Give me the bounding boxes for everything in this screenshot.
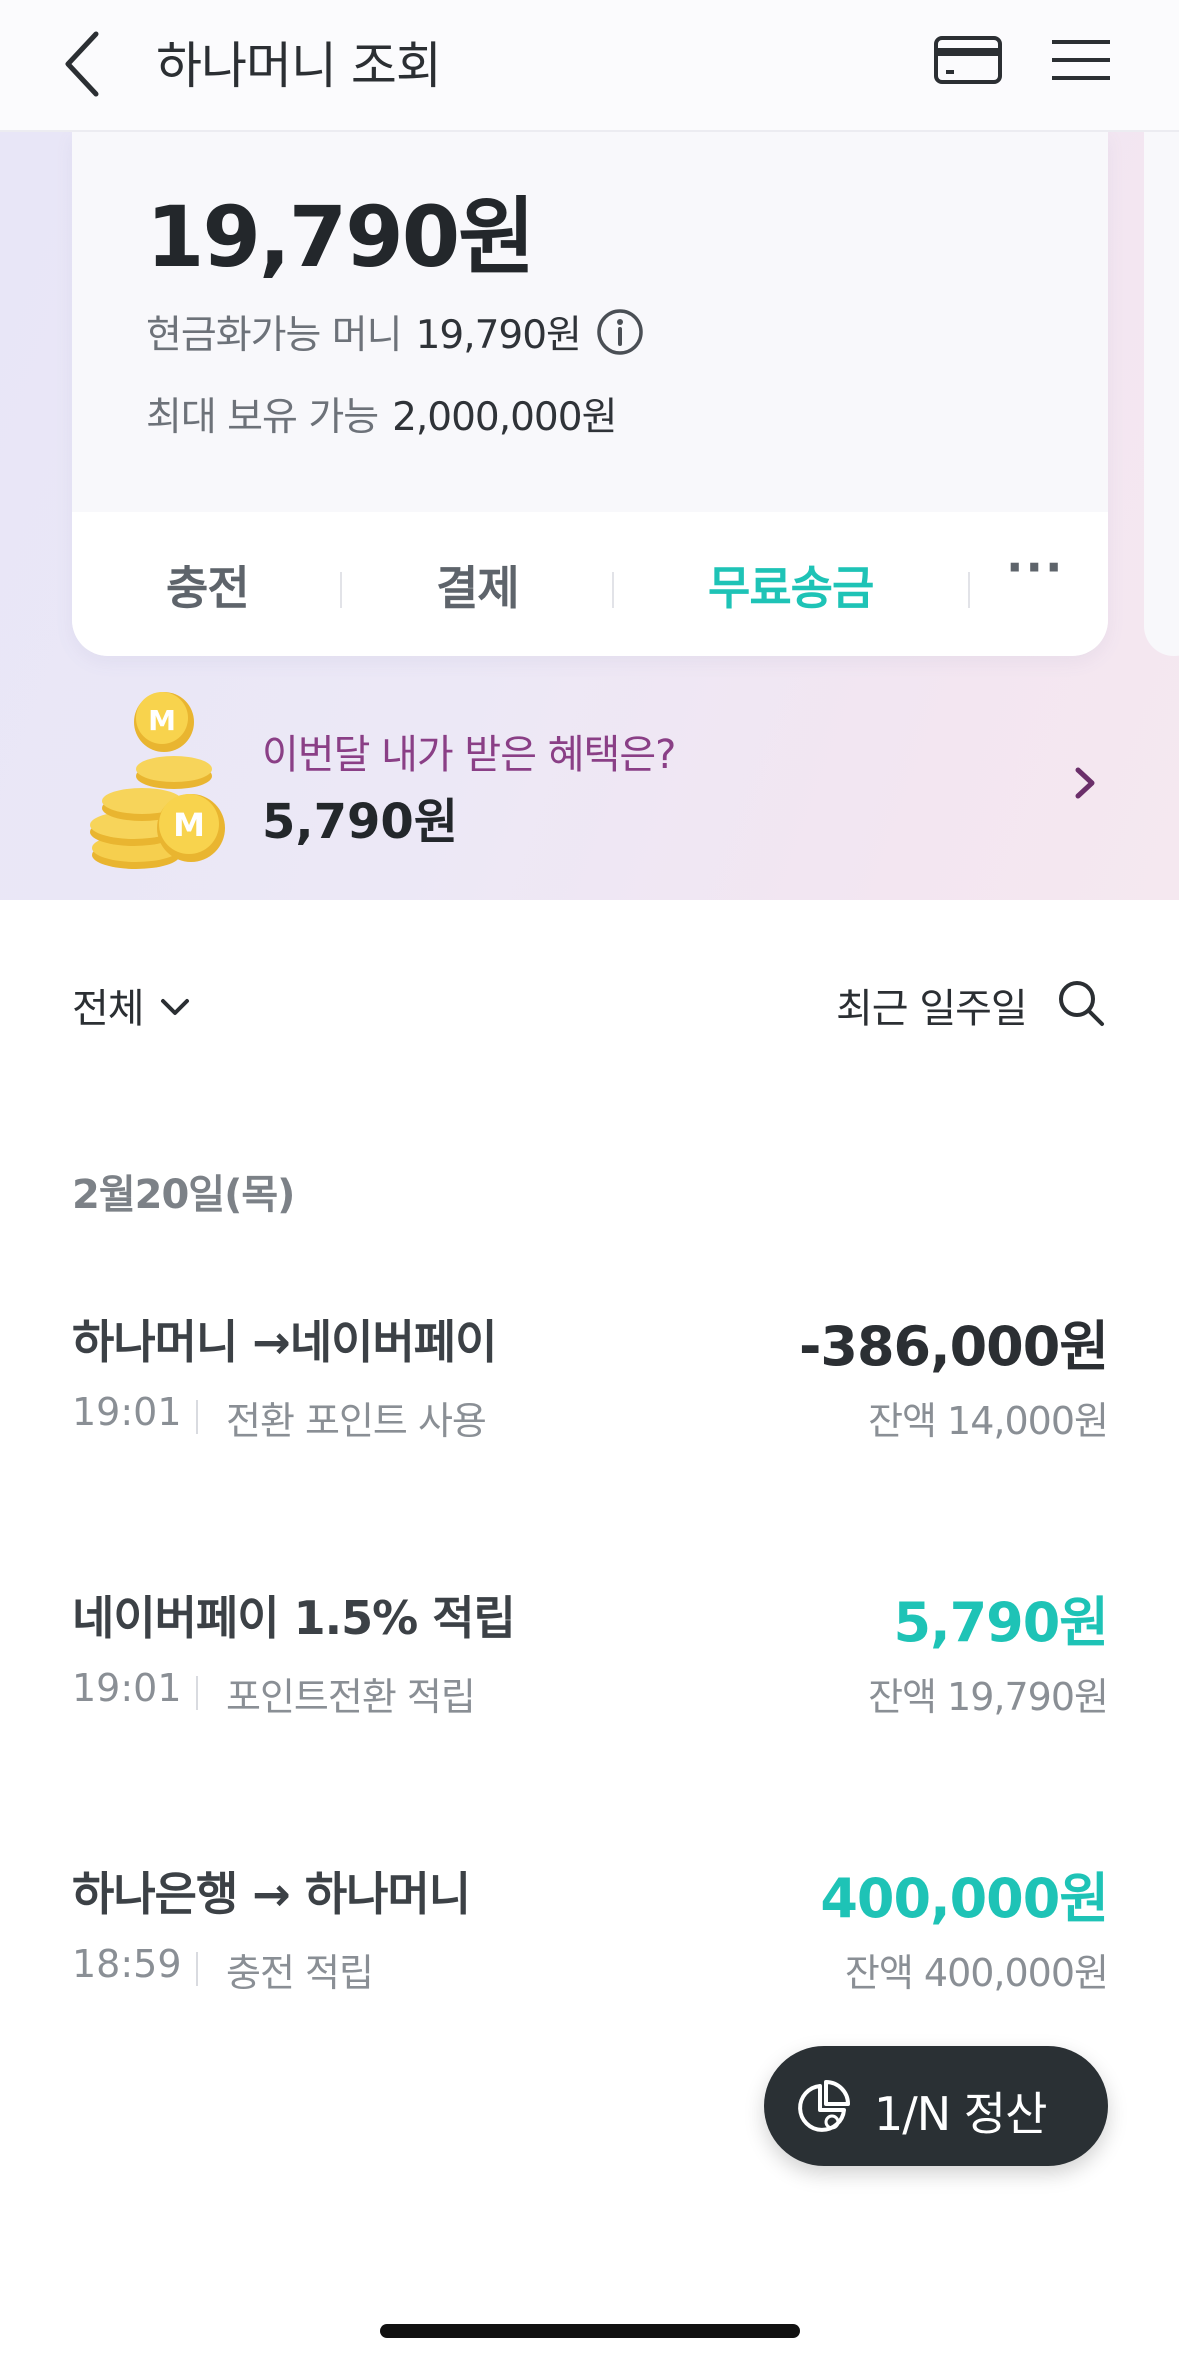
transaction-description: 포인트전환 적립	[226, 1675, 476, 1719]
chevron-left-icon[interactable]	[56, 24, 116, 104]
transaction-time: 18:59	[72, 1942, 182, 1986]
transaction-title: 하나은행 → 하나머니	[72, 1867, 471, 1921]
max-hold-value: 2,000,000원	[392, 395, 617, 440]
search-icon[interactable]	[1056, 978, 1106, 1028]
max-hold-row: 최대 보유 가능 2,000,000원	[146, 386, 617, 442]
card-icon[interactable]	[932, 30, 1004, 90]
next-card-peek[interactable]	[1144, 132, 1179, 656]
transaction-title: 하나머니 →네이버페이	[72, 1315, 497, 1369]
transaction-separator	[196, 1676, 198, 1710]
split-pie-icon	[798, 2080, 850, 2132]
action-divider	[340, 572, 342, 608]
transaction-amount: -386,000원	[798, 1315, 1109, 1378]
transaction-balance: 잔액 400,000원	[844, 1951, 1109, 1995]
hamburger-menu-icon[interactable]	[1048, 30, 1114, 90]
split-bill-button[interactable]: 1/N 정산	[764, 2046, 1108, 2166]
benefit-amount: 5,790원	[262, 794, 458, 850]
transaction-row[interactable]: 하나머니 →네이버페이 19:01 전환 포인트 사용 -386,000원 잔액…	[72, 1306, 1109, 1456]
chevron-down-icon	[160, 999, 189, 1015]
info-icon[interactable]	[595, 307, 645, 357]
transaction-balance: 잔액 14,000원	[868, 1399, 1109, 1443]
transaction-row[interactable]: 하나은행 → 하나머니 18:59 충전 적립 400,000원 잔액 400,…	[72, 1858, 1109, 2008]
date-group-label: 2월20일(목)	[72, 1172, 295, 1218]
svg-text:M: M	[148, 704, 176, 737]
action-divider	[612, 572, 614, 608]
transaction-balance: 잔액 19,790원	[868, 1675, 1109, 1719]
chevron-right-icon[interactable]	[1070, 760, 1100, 806]
pay-button[interactable]: 결제	[436, 552, 520, 618]
transaction-separator	[196, 1952, 198, 1986]
split-bill-label: 1/N 정산	[874, 2087, 1047, 2141]
transaction-description: 충전 적립	[226, 1951, 374, 1995]
cashable-value: 19,790원	[415, 313, 582, 358]
coins-icon: M M	[90, 692, 225, 869]
benefit-title[interactable]: 이번달 내가 받은 혜택은?	[262, 722, 676, 780]
action-divider	[968, 572, 970, 608]
home-indicator[interactable]	[380, 2324, 800, 2338]
top-app-bar: 하나머니 조회	[0, 0, 1179, 132]
transaction-separator	[196, 1400, 198, 1434]
svg-text:M: M	[173, 806, 205, 844]
transaction-amount: 5,790원	[893, 1591, 1109, 1654]
category-filter[interactable]: 전체	[72, 976, 192, 1034]
transaction-time: 19:01	[72, 1666, 182, 1710]
more-button[interactable]: ···	[1006, 540, 1064, 594]
free-transfer-button[interactable]: 무료송금	[708, 552, 874, 618]
action-bar: 충전 결제 무료송금 ···	[72, 512, 1108, 656]
balance-card: 19,790원 현금화가능 머니 19,790원 최대 보유 가능 2,000,…	[72, 132, 1108, 656]
max-hold-label: 최대 보유 가능	[146, 395, 379, 440]
cashable-label: 현금화가능 머니	[146, 313, 403, 358]
cashable-row: 현금화가능 머니 19,790원	[146, 304, 645, 360]
transaction-amount: 400,000원	[820, 1867, 1109, 1930]
transaction-description: 전환 포인트 사용	[226, 1399, 487, 1443]
charge-button[interactable]: 충전	[166, 552, 250, 618]
page-title: 하나머니 조회	[156, 37, 442, 95]
transaction-row[interactable]: 네이버페이 1.5% 적립 19:01 포인트전환 적립 5,790원 잔액 1…	[72, 1582, 1109, 1732]
transaction-time: 19:01	[72, 1390, 182, 1434]
period-filter[interactable]: 최근 일주일	[836, 976, 1028, 1034]
category-filter-label: 전체	[72, 986, 145, 1032]
transaction-title: 네이버페이 1.5% 적립	[72, 1591, 516, 1645]
balance-amount: 19,790원	[146, 188, 535, 286]
